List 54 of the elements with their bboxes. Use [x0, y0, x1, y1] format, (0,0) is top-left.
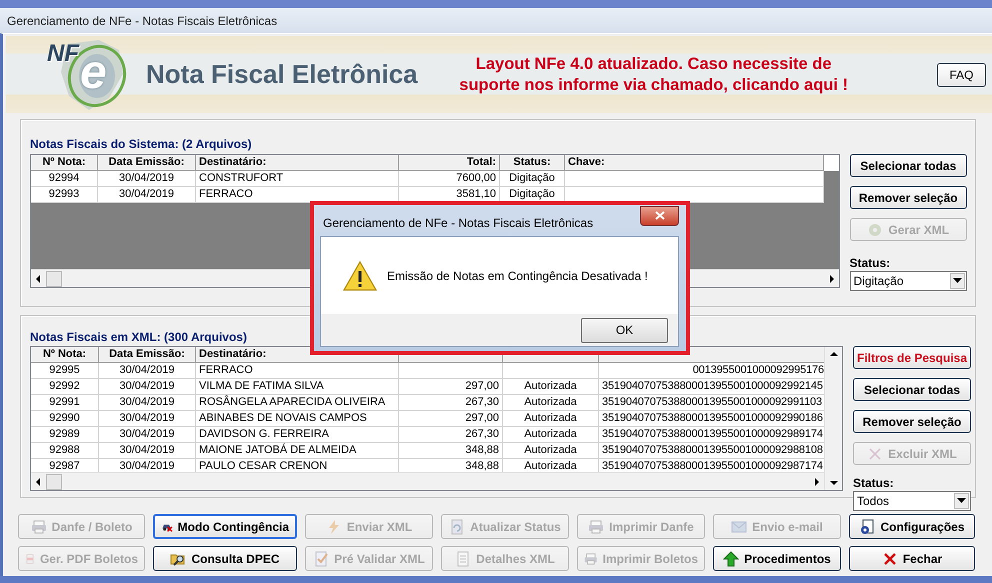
- column-header[interactable]: Total:: [399, 155, 500, 171]
- close-icon: [882, 550, 898, 566]
- action-button[interactable]: Remover seleção: [853, 410, 971, 433]
- scroll-thumb[interactable]: [46, 474, 62, 490]
- action-button[interactable]: Selecionar todas: [850, 154, 967, 177]
- status-dropdown[interactable]: Digitação: [850, 271, 967, 291]
- column-header[interactable]: Destinatário:: [196, 155, 399, 171]
- dropdown-arrow-icon[interactable]: [953, 278, 962, 284]
- warning-icon: [343, 260, 377, 292]
- table-cell: FERRACO: [196, 187, 399, 203]
- printer-icon: [30, 518, 47, 534]
- logo-text: e: [80, 46, 107, 100]
- column-header[interactable]: Chave:: [565, 155, 824, 171]
- action-button[interactable]: Selecionar todas: [853, 378, 971, 401]
- banner-title: Nota Fiscal Eletrônica: [146, 59, 418, 90]
- table-cell: 92993: [31, 187, 98, 203]
- dialog-title: Gerenciamento de NFe - Notas Fiscais Eletrônicas: [323, 216, 594, 230]
- support-link[interactable]: Layout NFe 4.0 atualizado. Caso necessite de suporte nos informe via chamado, clicando aqui !: [444, 54, 864, 96]
- close-button[interactable]: [640, 206, 679, 226]
- up-arrow-icon: [723, 550, 740, 566]
- scroll-thumb[interactable]: [46, 270, 62, 286]
- refresh-document-icon: [449, 518, 466, 534]
- list-document-icon: [455, 550, 472, 566]
- close-icon: [654, 211, 664, 220]
- action-button[interactable]: Consulta DPEC: [153, 546, 297, 571]
- table-cell: 3581,10: [399, 187, 500, 203]
- column-header[interactable]: Status:: [500, 155, 565, 171]
- dropdown-arrow-icon[interactable]: [957, 498, 966, 504]
- action-button[interactable]: Remover seleção: [850, 186, 967, 209]
- action-button[interactable]: Filtros de Pesquisa: [853, 346, 971, 369]
- delete-icon: [867, 446, 884, 462]
- dialog-message: Emissão de Notas em Contingência Desativada !: [387, 268, 648, 282]
- column-header[interactable]: Data Emissão:: [98, 155, 196, 171]
- printer-icon: [584, 550, 598, 566]
- action-button[interactable]: Fechar: [849, 546, 975, 571]
- faq-button[interactable]: FAQ: [937, 62, 986, 86]
- action-button[interactable]: Modo Contingência: [153, 514, 297, 539]
- column-header[interactable]: Data Emissão:: [99, 347, 196, 363]
- column-header[interactable]: Nº Nota:: [31, 347, 99, 363]
- document-check-icon: [313, 550, 330, 566]
- status-label: Status:: [850, 256, 892, 270]
- window-title: Gerenciamento de NFe - Notas Fiscais Eletrônicas: [7, 14, 278, 28]
- panel-title: Notas Fiscais do Sistema: (2 Arquivos): [30, 137, 253, 153]
- table-cell: Digitação: [500, 187, 565, 203]
- action-button[interactable]: Configurações: [849, 514, 975, 539]
- column-header[interactable]: Nº Nota:: [31, 155, 98, 171]
- logo-text: NF: [47, 40, 79, 68]
- printer-icon: [588, 518, 604, 534]
- table-cell: 30/04/2019: [98, 187, 196, 203]
- status-dropdown[interactable]: Todos: [853, 491, 971, 511]
- status-label: Status:: [853, 476, 895, 490]
- action-button[interactable]: Procedimentos: [713, 546, 841, 571]
- ok-button[interactable]: OK: [581, 318, 668, 342]
- envelope-icon: [731, 518, 748, 534]
